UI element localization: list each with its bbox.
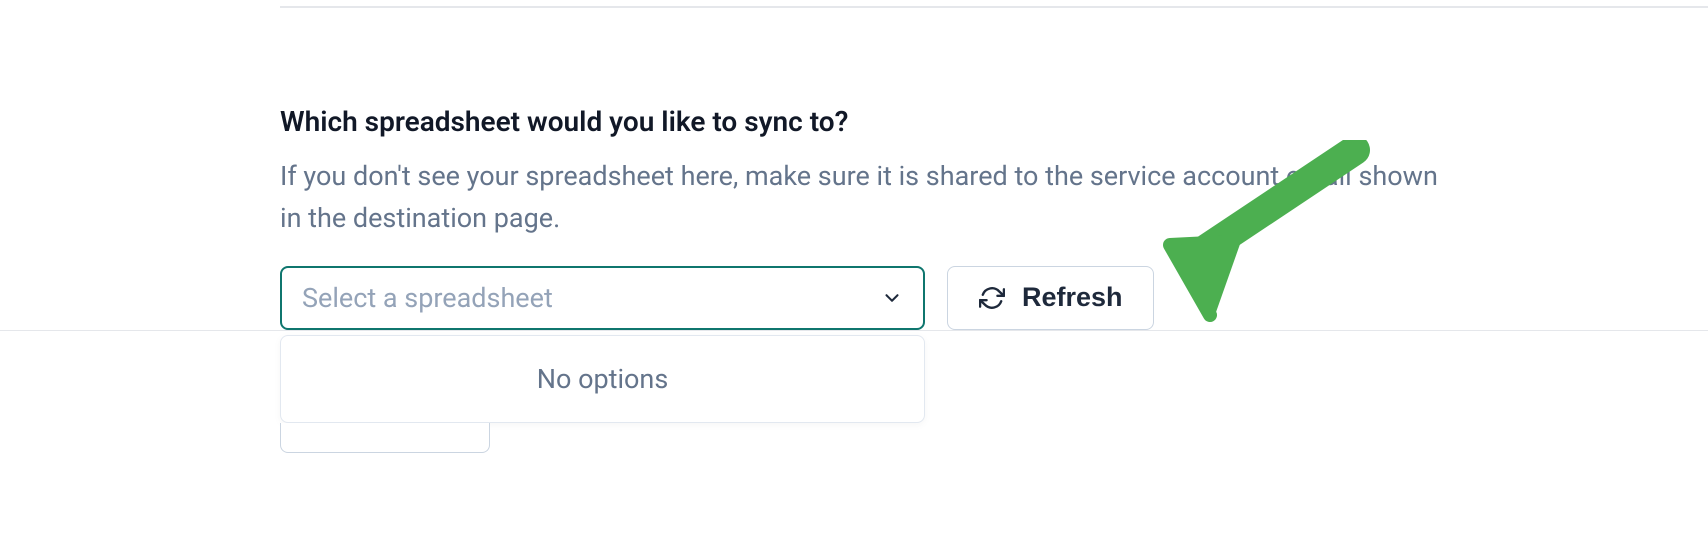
no-options-text: No options xyxy=(537,363,669,395)
hidden-button-remnant xyxy=(280,423,490,453)
section-question: Which spreadsheet would you like to sync… xyxy=(280,105,1668,138)
dropdown-panel[interactable]: No options xyxy=(280,335,925,423)
refresh-label: Refresh xyxy=(1022,282,1123,313)
top-divider xyxy=(280,6,1708,8)
spreadsheet-select[interactable]: Select a spreadsheet xyxy=(280,266,925,330)
section-description: If you don't see your spreadsheet here, … xyxy=(280,156,1440,240)
select-placeholder: Select a spreadsheet xyxy=(302,282,881,314)
chevron-down-icon xyxy=(881,287,903,309)
horizontal-divider xyxy=(0,330,1708,331)
refresh-button[interactable]: Refresh xyxy=(947,266,1154,330)
refresh-icon xyxy=(978,284,1006,312)
spreadsheet-select-wrapper: Select a spreadsheet xyxy=(280,266,925,330)
form-section: Which spreadsheet would you like to sync… xyxy=(280,105,1668,330)
controls-row: Select a spreadsheet Refresh xyxy=(280,266,1668,330)
